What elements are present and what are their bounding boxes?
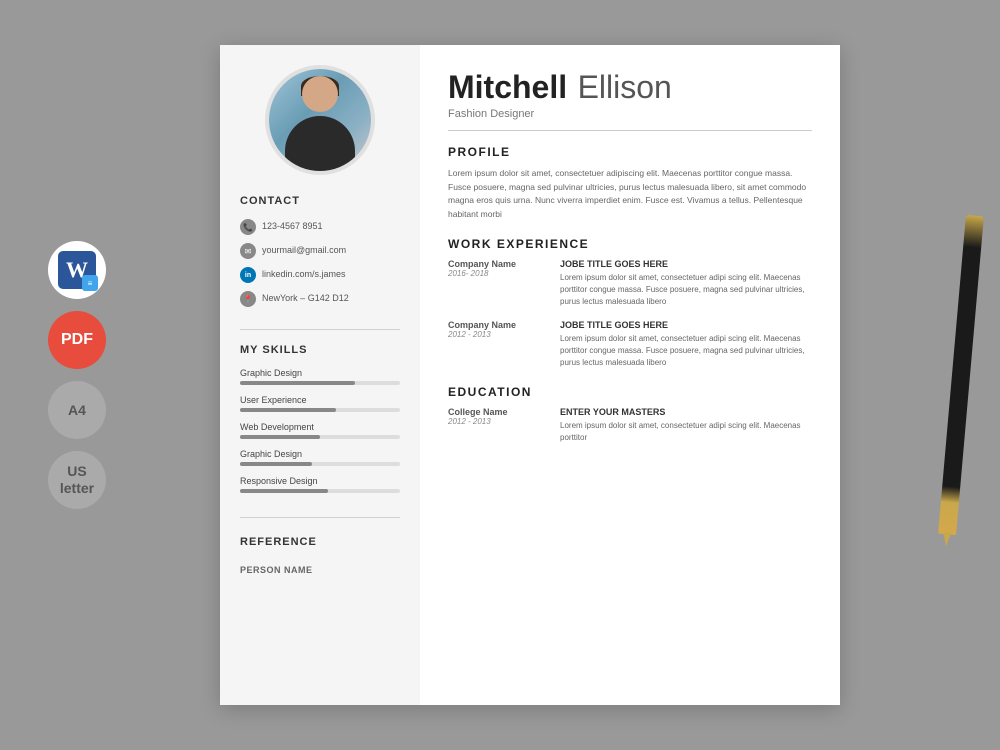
- skill-bar-fill: [240, 381, 355, 385]
- resume-right-content: Mitchell Ellison Fashion Designer PROFIL…: [420, 45, 840, 705]
- edu-left: College Name 2012 - 2013: [448, 407, 548, 444]
- skill-bar-bg: [240, 381, 400, 385]
- contact-address-item: 📍 NewYork – G142 D12: [240, 291, 400, 307]
- contact-email: yourmail@gmail.com: [262, 245, 346, 257]
- skill-bar-fill: [240, 408, 336, 412]
- header-divider: [448, 130, 812, 131]
- skill-name: Graphic Design: [240, 368, 400, 378]
- skills-section: MY SKILLS Graphic Design User Experience…: [240, 344, 400, 503]
- person-name-label: PERSON NAME: [240, 565, 313, 575]
- profile-section: PROFILE Lorem ipsum dolor sit amet, cons…: [448, 145, 812, 221]
- skill-bar-bg: [240, 462, 400, 466]
- edu-date: 2012 - 2013: [448, 417, 548, 426]
- company-name: Company Name: [448, 320, 548, 330]
- contact-linkedin-item: in linkedin.com/s.james: [240, 267, 400, 283]
- skills-section-title: MY SKILLS: [240, 344, 400, 356]
- contact-phone-item: 📞 123-4567 8951: [240, 219, 400, 235]
- resume-card: CONTACT 📞 123-4567 8951 ✉ yourmail@gmail…: [220, 45, 840, 705]
- resume-left-sidebar: CONTACT 📞 123-4567 8951 ✉ yourmail@gmail…: [220, 45, 420, 705]
- pen-decoration: [938, 215, 984, 535]
- work-date: 2016- 2018: [448, 269, 548, 278]
- email-icon: ✉: [240, 243, 256, 259]
- contact-phone: 123-4567 8951: [262, 221, 323, 233]
- work-right: JOBE TITLE GOES HERE Lorem ipsum dolor s…: [560, 259, 812, 308]
- a4-icon: A4: [68, 402, 86, 419]
- skill-name: Responsive Design: [240, 476, 400, 486]
- college-name: College Name: [448, 407, 548, 417]
- skill-bar-fill: [240, 489, 328, 493]
- work-entry: Company Name 2012 - 2013 JOBE TITLE GOES…: [448, 320, 812, 369]
- skill-bar-bg: [240, 489, 400, 493]
- location-icon: 📍: [240, 291, 256, 307]
- profile-text: Lorem ipsum dolor sit amet, consectetuer…: [448, 167, 812, 221]
- edu-right: ENTER YOUR MASTERS Lorem ipsum dolor sit…: [560, 407, 812, 444]
- work-description: Lorem ipsum dolor sit amet, consectetuer…: [560, 272, 812, 308]
- work-left: Company Name 2016- 2018: [448, 259, 548, 308]
- skill-bar-bg: [240, 408, 400, 412]
- skill-item: User Experience: [240, 395, 400, 412]
- work-right: JOBE TITLE GOES HERE Lorem ipsum dolor s…: [560, 320, 812, 369]
- contact-section-title: CONTACT: [240, 195, 400, 207]
- skill-item: Graphic Design: [240, 368, 400, 385]
- work-experience-title: WORK EXPERIENCE: [448, 237, 812, 251]
- work-date: 2012 - 2013: [448, 330, 548, 339]
- company-name: Company Name: [448, 259, 548, 269]
- education-title: EDUCATION: [448, 385, 812, 399]
- contact-linkedin: linkedin.com/s.james: [262, 269, 346, 281]
- reference-section: REFERENCE PERSON NAME: [240, 536, 400, 578]
- first-name: Mitchell: [448, 69, 567, 105]
- sidebar-divider-1: [240, 329, 400, 330]
- skill-name: User Experience: [240, 395, 400, 405]
- pdf-icon: PDF: [61, 331, 93, 349]
- degree-title: ENTER YOUR MASTERS: [560, 407, 812, 417]
- work-experience-section: WORK EXPERIENCE Company Name 2016- 2018 …: [448, 237, 812, 369]
- work-job-title: JOBE TITLE GOES HERE: [560, 320, 812, 330]
- word-doc-icon: ≡: [88, 279, 93, 288]
- side-icons-panel: W ≡ PDF A4 US letter: [48, 241, 106, 509]
- skill-bar-bg: [240, 435, 400, 439]
- last-name: Ellison: [578, 69, 672, 105]
- profile-section-title: PROFILE: [448, 145, 812, 159]
- skill-name: Graphic Design: [240, 449, 400, 459]
- phone-icon: 📞: [240, 219, 256, 235]
- work-left: Company Name 2012 - 2013: [448, 320, 548, 369]
- skill-name: Web Development: [240, 422, 400, 432]
- work-entry: Company Name 2016- 2018 JOBE TITLE GOES …: [448, 259, 812, 308]
- name-section: Mitchell Ellison Fashion Designer: [448, 69, 812, 120]
- us-letter-badge[interactable]: US letter: [48, 451, 106, 509]
- word-badge[interactable]: W ≡: [48, 241, 106, 299]
- pdf-badge[interactable]: PDF: [48, 311, 106, 369]
- job-title: Fashion Designer: [448, 108, 812, 120]
- education-section: EDUCATION College Name 2012 - 2013 ENTER…: [448, 385, 812, 444]
- skill-item: Web Development: [240, 422, 400, 439]
- skill-bar-fill: [240, 435, 320, 439]
- skill-bar-fill: [240, 462, 312, 466]
- avatar: [265, 65, 375, 175]
- linkedin-icon: in: [240, 267, 256, 283]
- a4-badge[interactable]: A4: [48, 381, 106, 439]
- edu-description: Lorem ipsum dolor sit amet, consectetuer…: [560, 420, 812, 444]
- reference-section-title: REFERENCE: [240, 536, 400, 548]
- contact-section: CONTACT 📞 123-4567 8951 ✉ yourmail@gmail…: [240, 195, 400, 315]
- contact-email-item: ✉ yourmail@gmail.com: [240, 243, 400, 259]
- contact-address: NewYork – G142 D12: [262, 293, 349, 305]
- sidebar-divider-2: [240, 517, 400, 518]
- work-description: Lorem ipsum dolor sit amet, consectetuer…: [560, 333, 812, 369]
- skill-item: Responsive Design: [240, 476, 400, 493]
- work-job-title: JOBE TITLE GOES HERE: [560, 259, 812, 269]
- skill-item: Graphic Design: [240, 449, 400, 466]
- us-letter-icon: US letter: [60, 463, 94, 497]
- education-entry: College Name 2012 - 2013 ENTER YOUR MAST…: [448, 407, 812, 444]
